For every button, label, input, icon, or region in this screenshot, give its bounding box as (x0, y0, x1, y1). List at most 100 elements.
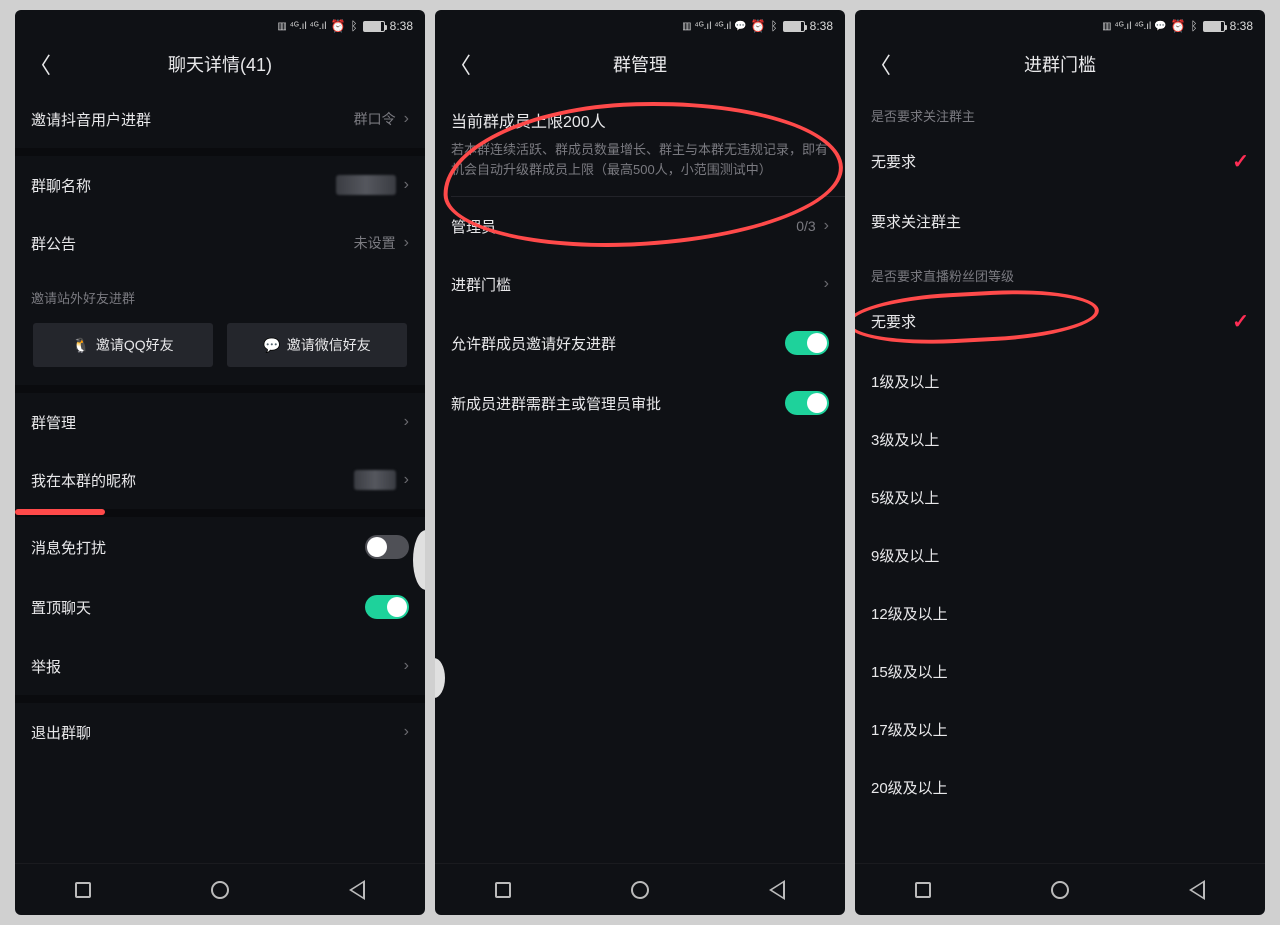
chevron-right-icon: › (824, 275, 829, 293)
row-threshold[interactable]: 进群门槛 › (435, 255, 845, 313)
nav-back-icon[interactable] (769, 880, 785, 900)
option-level-1[interactable]: 1级及以上 (855, 352, 1265, 410)
invite-qq-button[interactable]: 🐧 邀请QQ好友 (33, 323, 213, 367)
nav-home-icon[interactable] (631, 881, 649, 899)
status-network-icons: ▥ ⁴ᴳ.ıl ⁴ᴳ.ıl 💬 (682, 21, 746, 32)
row-pin[interactable]: 置顶聊天 (15, 577, 425, 637)
section-fanclub-level: 是否要求直播粉丝团等级 (855, 250, 1265, 291)
row-my-nickname[interactable]: 我在本群的昵称 › (15, 451, 425, 509)
header: 〈 群管理 (435, 38, 845, 90)
screen-chat-details: ▥ ⁴ᴳ.ıl ⁴ᴳ.ıl ⏰ ᛒ 8:38 〈 聊天详情(41) 邀请抖音用户… (15, 10, 425, 915)
chevron-right-icon: › (404, 110, 409, 128)
back-button[interactable]: 〈 (449, 48, 471, 80)
member-limit-info: 当前群成员上限200人 若本群连续活跃、群成员数量增长、群主与本群无违规记录，即… (435, 90, 845, 196)
row-label: 允许群成员邀请好友进群 (451, 333, 616, 354)
alarm-icon: ⏰ (1170, 19, 1185, 33)
row-label: 进群门槛 (451, 274, 511, 295)
row-label: 新成员进群需群主或管理员审批 (451, 393, 661, 414)
option-level-9[interactable]: 9级及以上 (855, 526, 1265, 584)
row-leave[interactable]: 退出群聊 › (15, 703, 425, 761)
page-title: 群管理 (435, 51, 845, 77)
back-button[interactable]: 〈 (29, 48, 51, 80)
option-level-17[interactable]: 17级及以上 (855, 700, 1265, 758)
row-need-approval[interactable]: 新成员进群需群主或管理员审批 (435, 373, 845, 433)
toggle-mute[interactable] (365, 535, 409, 559)
option-level-15[interactable]: 15级及以上 (855, 642, 1265, 700)
option-require-follow[interactable]: 要求关注群主 (855, 192, 1265, 250)
alarm-icon: ⏰ (750, 19, 765, 33)
bluetooth-icon: ᛒ (770, 19, 777, 33)
page-title: 进群门槛 (855, 51, 1265, 77)
option-label: 15级及以上 (871, 661, 948, 682)
qq-icon: 🐧 (72, 337, 89, 354)
chevron-right-icon: › (404, 657, 409, 675)
row-group-manage[interactable]: 群管理 › (15, 393, 425, 451)
option-level-none[interactable]: 无要求 ✓ (855, 291, 1265, 352)
row-invite-douyin[interactable]: 邀请抖音用户进群 群口令› (15, 90, 425, 148)
redacted-value (354, 470, 396, 490)
row-label: 举报 (31, 656, 61, 677)
invite-wechat-button[interactable]: 💬 邀请微信好友 (227, 323, 407, 367)
row-announcement[interactable]: 群公告 未设置› (15, 214, 425, 272)
bluetooth-icon: ᛒ (350, 19, 357, 33)
check-icon: ✓ (1232, 309, 1249, 334)
chevron-right-icon: › (824, 217, 829, 235)
option-none-follow[interactable]: 无要求 ✓ (855, 131, 1265, 192)
row-group-name[interactable]: 群聊名称 › (15, 156, 425, 214)
nav-back-icon[interactable] (349, 880, 365, 900)
chevron-right-icon: › (404, 234, 409, 252)
row-allow-invite[interactable]: 允许群成员邀请好友进群 (435, 313, 845, 373)
option-level-5[interactable]: 5级及以上 (855, 468, 1265, 526)
row-label: 管理员 (451, 216, 496, 237)
nav-recent-icon[interactable] (495, 882, 511, 898)
row-mute[interactable]: 消息免打扰 (15, 517, 425, 577)
section-follow-owner: 是否要求关注群主 (855, 90, 1265, 131)
row-label: 退出群聊 (31, 722, 91, 743)
toggle-need-approval[interactable] (785, 391, 829, 415)
nav-home-icon[interactable] (1051, 881, 1069, 899)
row-label: 消息免打扰 (31, 537, 106, 558)
android-navbar (855, 863, 1265, 915)
row-label: 置顶聊天 (31, 597, 91, 618)
option-label: 20级及以上 (871, 777, 948, 798)
chevron-right-icon: › (404, 723, 409, 741)
row-label: 群管理 (31, 412, 76, 433)
row-label: 群公告 (31, 233, 76, 254)
option-label: 要求关注群主 (871, 211, 961, 232)
status-bar: ▥ ⁴ᴳ.ıl ⁴ᴳ.ıl 💬 ⏰ ᛒ 8:38 (855, 10, 1265, 38)
button-label: 邀请微信好友 (287, 335, 371, 355)
row-value: 群口令 (354, 109, 396, 129)
check-icon: ✓ (1232, 149, 1249, 174)
chevron-right-icon: › (404, 176, 409, 194)
option-label: 5级及以上 (871, 487, 939, 508)
redacted-value (336, 175, 396, 195)
option-label: 9级及以上 (871, 545, 939, 566)
option-label: 3级及以上 (871, 429, 939, 450)
toggle-allow-invite[interactable] (785, 331, 829, 355)
option-level-12[interactable]: 12级及以上 (855, 584, 1265, 642)
row-label: 群聊名称 (31, 175, 91, 196)
header: 〈 进群门槛 (855, 38, 1265, 90)
row-value: 0/3 (796, 218, 815, 234)
nav-recent-icon[interactable] (75, 882, 91, 898)
nav-recent-icon[interactable] (915, 882, 931, 898)
screen-join-threshold: ▥ ⁴ᴳ.ıl ⁴ᴳ.ıl 💬 ⏰ ᛒ 8:38 〈 进群门槛 是否要求关注群主… (855, 10, 1265, 915)
status-time: 8:38 (810, 19, 833, 33)
screen-group-manage: ▥ ⁴ᴳ.ıl ⁴ᴳ.ıl 💬 ⏰ ᛒ 8:38 〈 群管理 当前群成员上限20… (435, 10, 845, 915)
android-navbar (435, 863, 845, 915)
option-label: 无要求 (871, 311, 916, 332)
option-level-20[interactable]: 20级及以上 (855, 758, 1265, 816)
row-admin[interactable]: 管理员 0/3 › (435, 197, 845, 255)
back-button[interactable]: 〈 (869, 48, 891, 80)
option-label: 无要求 (871, 151, 916, 172)
status-network-icons: ▥ ⁴ᴳ.ıl ⁴ᴳ.ıl (277, 21, 326, 32)
option-level-3[interactable]: 3级及以上 (855, 410, 1265, 468)
row-report[interactable]: 举报 › (15, 637, 425, 695)
nav-home-icon[interactable] (211, 881, 229, 899)
wechat-icon: 💬 (263, 337, 280, 354)
toggle-pin[interactable] (365, 595, 409, 619)
status-time: 8:38 (1230, 19, 1253, 33)
info-description: 若本群连续活跃、群成员数量增长、群主与本群无违规记录，即有机会自动升级群成员上限… (451, 140, 829, 180)
battery-icon (363, 21, 385, 32)
nav-back-icon[interactable] (1189, 880, 1205, 900)
